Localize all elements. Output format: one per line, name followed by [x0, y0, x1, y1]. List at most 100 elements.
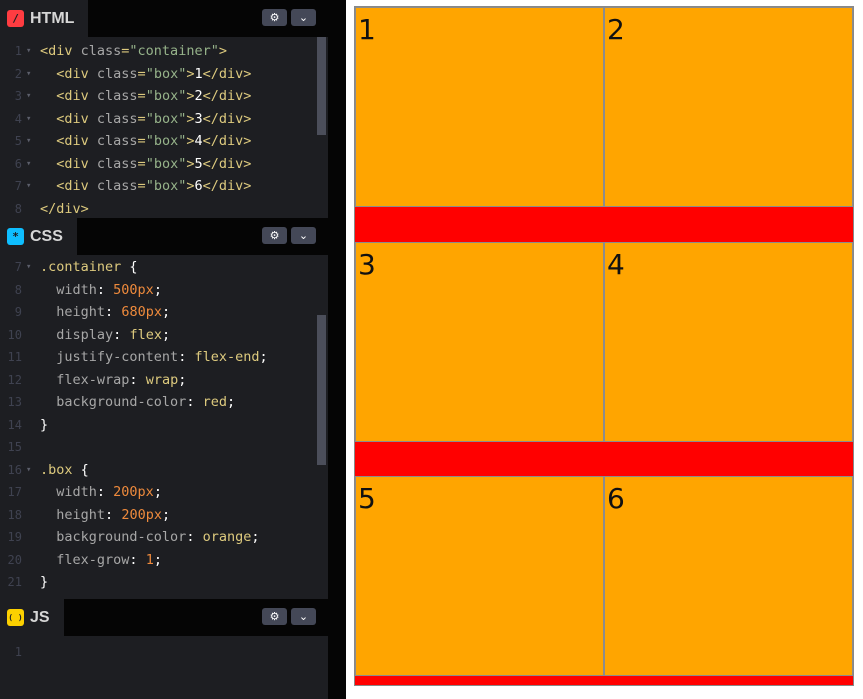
line-number: 7	[14, 260, 22, 274]
line-number: 13	[7, 395, 22, 409]
line-number: 4	[14, 111, 22, 126]
fold-arrow-icon[interactable]: ▾	[26, 130, 31, 152]
js-panel: ( ) JS ⚙ ⌄ 1	[0, 599, 328, 699]
code-line[interactable]: 20 flex-grow: 1;	[0, 549, 320, 571]
code-text: <div class="container">	[40, 43, 227, 59]
fold-arrow-icon[interactable]: ▾	[26, 175, 31, 197]
code-line[interactable]: 2 ▾ <div class="box">1</div>	[0, 63, 320, 85]
css-collapse-button[interactable]: ⌄	[291, 227, 316, 244]
code-text: <div class="box">2</div>	[56, 88, 252, 104]
fold-arrow-icon[interactable]: ▾	[26, 256, 31, 278]
code-line[interactable]: 3 ▾ <div class="box">2</div>	[0, 85, 320, 107]
code-text: justify-content: flex-end;	[56, 349, 268, 365]
code-line[interactable]: 14}	[0, 414, 320, 436]
code-text: display: flex;	[56, 326, 171, 343]
line-number: 15	[7, 440, 22, 454]
line-number: 7	[14, 179, 22, 193]
code-text: </div>	[40, 200, 89, 217]
code-line[interactable]: 11 justify-content: flex-end;	[0, 346, 320, 368]
code-line[interactable]: 7 ▾ .container {	[0, 256, 320, 278]
code-line[interactable]: 6 ▾ <div class="box">5</div>	[0, 153, 320, 175]
code-text: width: 200px;	[56, 484, 162, 500]
preview-box: 5	[355, 476, 604, 677]
css-settings-button[interactable]: ⚙	[262, 227, 287, 244]
css-panel: * CSS ⚙ ⌄ 7 ▾ .container {8 width: 500px; 9…	[0, 218, 328, 599]
tab-js[interactable]: ( ) JS	[0, 599, 64, 636]
js-settings-button[interactable]: ⚙	[262, 608, 287, 625]
css-panel-header: * CSS ⚙ ⌄	[0, 218, 328, 255]
code-text: <div class="box">1</div>	[56, 65, 252, 82]
fold-arrow-icon[interactable]: ▾	[26, 153, 31, 175]
code-line[interactable]: 10 display: flex;	[0, 324, 320, 346]
preview-box: 3	[355, 241, 604, 442]
code-line[interactable]: 9 height: 680px;	[0, 301, 320, 323]
chevron-down-icon: ⌄	[298, 610, 309, 623]
tab-js-label: JS	[30, 608, 50, 626]
code-text: height: 680px;	[56, 304, 171, 320]
preview-box: 2	[604, 7, 853, 207]
code-text: <div class="box">4</div>	[56, 133, 252, 149]
html-settings-button[interactable]: ⚙	[262, 9, 287, 26]
css-code-area[interactable]: 7 ▾ .container {8 width: 500px; 9 height: 6…	[0, 255, 328, 599]
fold-arrow-icon[interactable]: ▾	[26, 63, 31, 85]
code-line[interactable]: 19 background-color: orange;	[0, 526, 320, 548]
js-code-area[interactable]: 1	[0, 636, 328, 699]
code-line[interactable]: 17 width: 200px;	[0, 481, 320, 503]
chevron-down-icon: ⌄	[298, 229, 309, 242]
fold-arrow-icon[interactable]: ▾	[26, 459, 31, 481]
code-line[interactable]: 8 width: 500px;	[0, 279, 320, 301]
code-text: }	[40, 574, 49, 590]
code-text: .container {	[40, 259, 138, 275]
code-line[interactable]: 5 ▾ <div class="box">4</div>	[0, 130, 320, 152]
code-text: <div class="box">3</div>	[56, 110, 252, 127]
html-code-area[interactable]: 1 ▾ <div class="container"> 2 ▾ <div class="…	[0, 37, 328, 218]
line-number: 10	[7, 327, 22, 342]
preview-pane: 123456	[346, 0, 863, 699]
tab-html[interactable]: / HTML	[0, 0, 89, 37]
resize-divider[interactable]	[328, 0, 346, 699]
line-number: 20	[7, 552, 22, 567]
fold-arrow-icon[interactable]: ▾	[26, 108, 31, 130]
line-number: 8	[14, 282, 22, 297]
code-text: flex-grow: 1;	[56, 551, 162, 568]
tab-css-label: CSS	[30, 227, 63, 245]
line-number: 16	[7, 462, 22, 477]
html-collapse-button[interactable]: ⌄	[291, 9, 316, 26]
line-number: 14	[7, 417, 22, 432]
tab-html-label: HTML	[30, 9, 75, 27]
line-number: 2	[14, 66, 22, 81]
code-line[interactable]: 7 ▾ <div class="box">6</div>	[0, 175, 320, 197]
code-text: background-color: orange;	[56, 529, 260, 545]
line-number: 12	[7, 372, 22, 387]
preview-box: 4	[604, 241, 853, 442]
js-collapse-button[interactable]: ⌄	[291, 608, 316, 625]
tab-css[interactable]: * CSS	[0, 218, 77, 255]
js-panel-header: ( ) JS ⚙ ⌄	[0, 599, 328, 636]
line-number: 17	[7, 485, 22, 499]
code-line[interactable]: 1 ▾ <div class="container">	[0, 40, 320, 62]
code-line[interactable]: 21}	[0, 571, 320, 593]
line-number: 3	[14, 89, 22, 103]
line-number: 6	[14, 156, 22, 171]
code-text: width: 500px;	[56, 281, 162, 298]
code-line[interactable]: 1	[0, 641, 320, 663]
code-text: <div class="box">5</div>	[56, 155, 252, 172]
code-line[interactable]: 18 height: 200px;	[0, 504, 320, 526]
line-number: 8	[14, 201, 22, 216]
line-number: 9	[14, 305, 22, 319]
code-line[interactable]: 15	[0, 436, 320, 458]
code-text: <div class="box">6</div>	[56, 178, 252, 194]
line-number: 5	[14, 134, 22, 148]
code-line[interactable]: 13 background-color: red;	[0, 391, 320, 413]
fold-arrow-icon[interactable]: ▾	[26, 40, 31, 62]
preview-box: 6	[604, 476, 853, 677]
code-line[interactable]: 12 flex-wrap: wrap;	[0, 369, 320, 391]
code-line[interactable]: 8 </div>	[0, 198, 320, 219]
chevron-down-icon: ⌄	[298, 11, 309, 24]
gear-icon: ⚙	[269, 610, 280, 623]
code-line[interactable]: 4 ▾ <div class="box">3</div>	[0, 108, 320, 130]
css-icon: *	[7, 228, 24, 245]
fold-arrow-icon[interactable]: ▾	[26, 85, 31, 107]
code-line[interactable]: 16 ▾ .box {	[0, 459, 320, 481]
line-number: 18	[7, 507, 22, 522]
